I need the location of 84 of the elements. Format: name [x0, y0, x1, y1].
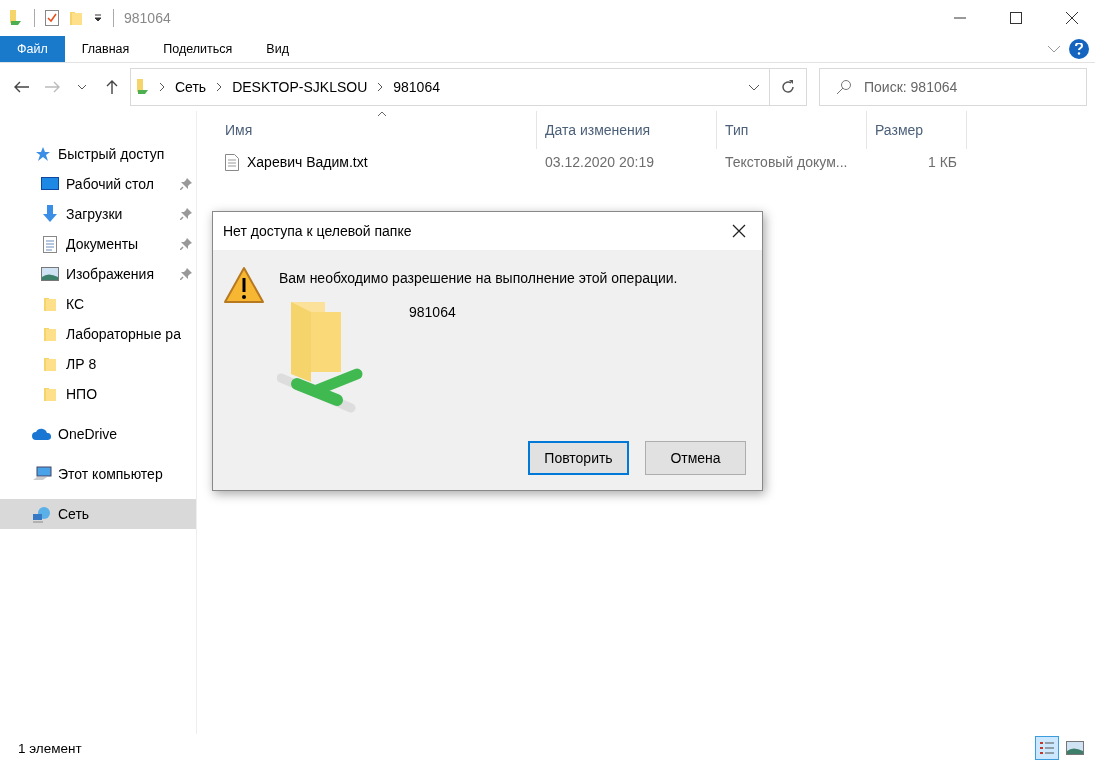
dialog-message: Вам необходимо разрешение на выполнение этой операции. — [279, 269, 678, 286]
size-cell-text: 1 КБ — [926, 154, 958, 170]
retry-button[interactable]: Повторить — [528, 441, 629, 475]
search-box[interactable]: Поиск: 981064 — [819, 68, 1087, 106]
sidebar-item[interactable]: Быстрый доступ — [0, 139, 196, 169]
breadcrumb[interactable]: DESKTOP-SJKLSOU — [230, 79, 370, 95]
search-field[interactable]: Поиск: 981064 — [862, 78, 1086, 96]
sidebar-item[interactable]: Загрузки — [0, 199, 196, 229]
sidebar-item[interactable]: Документы — [0, 229, 196, 259]
sidebar-label: Загрузки — [66, 206, 123, 222]
sidebar-item[interactable]: ЛР 8 — [0, 349, 196, 379]
network-icon — [32, 505, 52, 523]
folder-icon — [43, 326, 57, 342]
sidebar-item[interactable]: Лабораторные ра — [0, 319, 196, 349]
column-header[interactable]: Размер — [867, 111, 967, 149]
sidebar-item[interactable]: НПО — [0, 379, 196, 409]
text-file-icon — [225, 153, 239, 171]
monitor-icon — [41, 177, 59, 191]
column-header[interactable]: Дата изменения — [537, 111, 717, 149]
up-arrow-icon[interactable] — [106, 79, 118, 95]
folder-icon — [43, 386, 57, 402]
column-header[interactable]: Имя — [217, 111, 537, 149]
column-header[interactable]: Тип — [717, 111, 867, 149]
address-bar[interactable]: Сеть DESKTOP-SJKLSOU 981064 — [130, 68, 770, 106]
maximize-icon[interactable] — [1010, 12, 1022, 24]
dropdown-icon[interactable] — [93, 13, 103, 23]
sidebar-item[interactable]: Изображения — [0, 259, 196, 289]
cancel-button[interactable]: Отмена — [645, 441, 746, 475]
search-icon — [836, 79, 852, 95]
sidebar-item[interactable]: КС — [0, 289, 196, 319]
ribbon-tab[interactable]: Вид — [249, 36, 306, 62]
breadcrumb[interactable]: Сеть — [173, 79, 209, 95]
sidebar-label: НПО — [66, 386, 98, 402]
item-count: 1 элемент — [18, 740, 82, 756]
picture-icon — [1066, 741, 1084, 755]
folder-icon — [43, 356, 57, 372]
sidebar-label: Рабочий стол — [66, 176, 154, 192]
chevron-right-icon — [159, 82, 165, 92]
refresh-button[interactable] — [770, 68, 807, 106]
sidebar-label: КС — [66, 296, 85, 312]
folder-icon — [69, 10, 83, 26]
type-cell-text: Текстовый докум... — [724, 154, 849, 170]
sidebar-label: Этот компьютер — [58, 466, 163, 482]
dropdown-icon[interactable] — [748, 83, 760, 91]
sidebar-label: Изображения — [66, 266, 154, 282]
sidebar-label: Документы — [66, 236, 139, 252]
folder-icon — [43, 296, 57, 312]
help-icon[interactable] — [1069, 39, 1089, 59]
sidebar-label: Лабораторные ра — [66, 326, 181, 342]
down-arrow-icon — [42, 205, 58, 223]
sidebar-item[interactable]: Этот компьютер — [0, 459, 196, 489]
network-folder-icon — [135, 78, 151, 96]
file-name-cell[interactable]: Харевич Вадим.txt — [217, 153, 537, 171]
sidebar-label: ЛР 8 — [66, 356, 97, 372]
document-icon — [43, 235, 57, 253]
sidebar-item[interactable]: Сеть — [0, 499, 196, 529]
dialog-title: Нет доступа к целевой папке — [223, 223, 412, 239]
folder-icon[interactable] — [8, 9, 24, 27]
details-list-icon — [1039, 741, 1055, 755]
close-icon[interactable] — [1066, 12, 1078, 24]
refresh-icon[interactable] — [780, 79, 796, 95]
folder-name: 981064 — [409, 304, 457, 320]
checkmark-icon[interactable] — [45, 10, 59, 26]
ribbon-tab[interactable]: Главная — [64, 36, 147, 62]
file-menu-tab[interactable]: Файл — [0, 36, 65, 62]
sidebar-label: OneDrive — [58, 426, 118, 442]
sidebar-item[interactable]: Рабочий стол — [0, 169, 196, 199]
picture-icon — [41, 267, 59, 281]
computer-icon — [32, 466, 52, 482]
sidebar-item[interactable]: OneDrive — [0, 419, 196, 449]
window-title: 981064 — [124, 10, 171, 26]
chevron-down-icon[interactable] — [77, 84, 87, 90]
chevron-right-icon — [216, 82, 223, 92]
chevron-right-icon — [377, 82, 384, 92]
cloud-icon — [32, 427, 52, 441]
breadcrumb[interactable]: 981064 — [391, 79, 442, 95]
sidebar-label: Быстрый доступ — [58, 146, 165, 162]
sidebar-label: Сеть — [58, 506, 90, 522]
ribbon-tab[interactable]: Поделиться — [146, 36, 250, 62]
back-arrow-icon[interactable] — [14, 81, 30, 93]
date-cell-text: 03.12.2020 20:19 — [544, 154, 655, 170]
close-icon[interactable] — [732, 224, 746, 238]
details-view-button[interactable] — [1035, 736, 1059, 760]
warning-icon — [223, 266, 265, 304]
